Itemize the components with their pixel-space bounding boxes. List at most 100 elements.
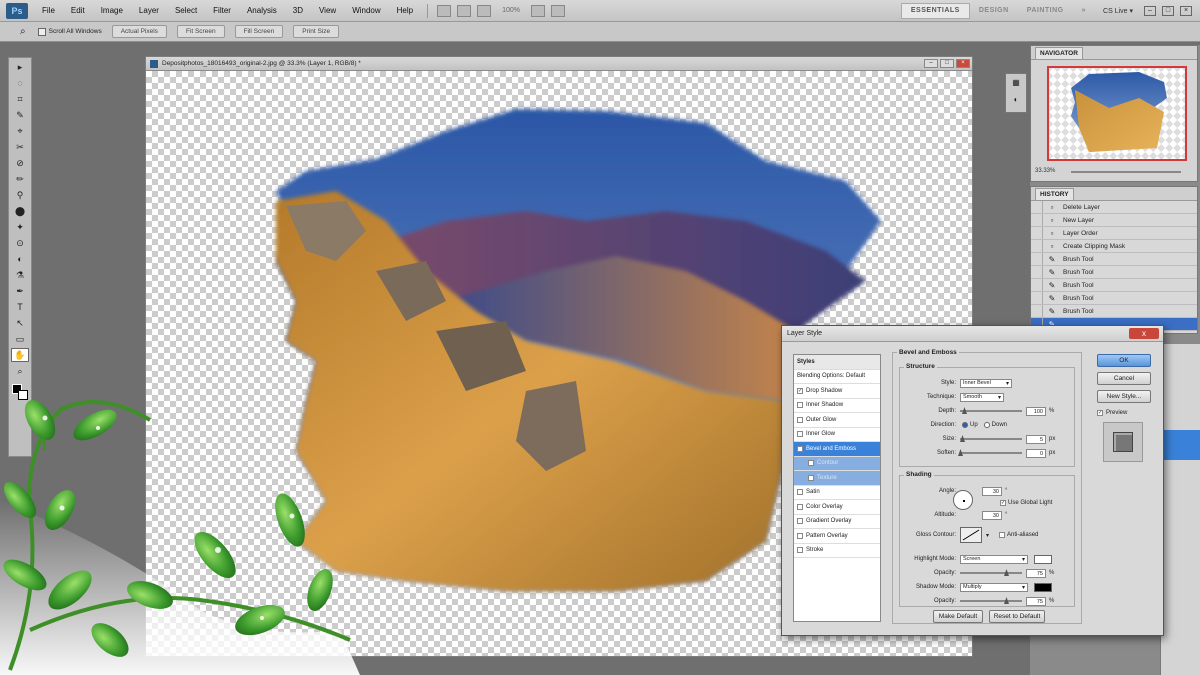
- history-item[interactable]: ✎ Brush Tool: [1031, 266, 1197, 279]
- shadow-opacity-slider[interactable]: [960, 597, 1022, 604]
- doc-minimize-icon[interactable]: –: [924, 59, 938, 68]
- stroke-checkbox[interactable]: [797, 547, 803, 554]
- altitude-input[interactable]: 30: [982, 510, 1002, 520]
- workspace-essentials[interactable]: ESSENTIALS: [900, 2, 970, 19]
- history-item[interactable]: ✎ Brush Tool: [1031, 292, 1197, 305]
- history-brush-tool-icon[interactable]: ⬤: [11, 204, 29, 218]
- zoom-tool-icon[interactable]: ⌕: [20, 26, 26, 37]
- brush-tool-icon[interactable]: ✏: [11, 172, 29, 186]
- fit-screen-button[interactable]: Fit Screen: [176, 25, 225, 38]
- document-tab[interactable]: Depositphotos_18016493_original-2.jpg @ …: [146, 57, 972, 71]
- shadow-mode-select[interactable]: Multiply: [960, 582, 1028, 592]
- menu-select[interactable]: Select: [167, 6, 205, 15]
- navigator-zoom-value[interactable]: 33.33%: [1035, 168, 1055, 174]
- history-item[interactable]: ✎ Brush Tool: [1031, 279, 1197, 292]
- menu-layer[interactable]: Layer: [131, 6, 167, 15]
- workspace-more[interactable]: »: [1073, 3, 1095, 19]
- style-item-color-overlay[interactable]: Color Overlay: [794, 500, 880, 515]
- navigator-tab[interactable]: NAVIGATOR: [1035, 46, 1083, 59]
- highlight-color-swatch[interactable]: [1034, 554, 1052, 564]
- highlight-opacity-slider[interactable]: [960, 569, 1022, 576]
- highlight-opacity-input[interactable]: 75: [1026, 568, 1046, 578]
- size-slider[interactable]: [960, 435, 1022, 442]
- styles-header[interactable]: Styles: [794, 355, 880, 370]
- drop-shadow-checkbox[interactable]: ✓: [797, 387, 803, 394]
- stamp-tool-icon[interactable]: ⚲: [11, 188, 29, 202]
- lasso-tool-icon[interactable]: ⌗: [11, 92, 29, 106]
- gradient-overlay-checkbox[interactable]: [797, 518, 803, 525]
- slice-tool-icon[interactable]: ✂: [11, 140, 29, 154]
- histogram-icon[interactable]: ▦: [1006, 78, 1026, 87]
- style-item-gradient-overlay[interactable]: Gradient Overlay: [794, 515, 880, 529]
- shadow-opacity-input[interactable]: 75: [1026, 596, 1046, 606]
- menu-file[interactable]: File: [34, 6, 63, 15]
- menu-edit[interactable]: Edit: [63, 6, 93, 15]
- new-style-button[interactable]: New Style...: [1097, 390, 1151, 403]
- inner-shadow-checkbox[interactable]: [797, 402, 803, 409]
- history-item[interactable]: ▫ Delete Layer: [1031, 201, 1197, 214]
- style-item-inner-glow[interactable]: Inner Glow: [794, 428, 880, 442]
- texture-checkbox[interactable]: [808, 474, 814, 481]
- style-item-bevel-emboss[interactable]: ✓ Bevel and Emboss: [794, 442, 880, 457]
- type-tool-icon[interactable]: T: [11, 300, 29, 314]
- contour-dropdown-icon[interactable]: ▾: [986, 532, 989, 539]
- highlight-mode-select[interactable]: Screen: [960, 554, 1028, 564]
- pattern-overlay-checkbox[interactable]: [797, 532, 803, 539]
- menu-image[interactable]: Image: [93, 6, 131, 15]
- gradient-tool-icon[interactable]: ⊙: [11, 236, 29, 250]
- menu-view[interactable]: View: [311, 6, 344, 15]
- crop-tool-icon[interactable]: ⌖: [11, 124, 29, 138]
- preview-checkbox[interactable]: ✓: [1097, 410, 1103, 416]
- history-item[interactable]: ▫ Layer Order: [1031, 227, 1197, 240]
- bevel-emboss-checkbox[interactable]: ✓: [797, 445, 803, 452]
- workspace-painting[interactable]: PAINTING: [1018, 3, 1073, 19]
- color-overlay-checkbox[interactable]: [797, 503, 803, 510]
- move-tool-icon[interactable]: ▸: [11, 60, 29, 74]
- blending-options-item[interactable]: Blending Options: Default: [794, 370, 880, 384]
- outer-glow-checkbox[interactable]: [797, 416, 803, 423]
- close-icon[interactable]: ×: [1180, 5, 1192, 16]
- zoom-level[interactable]: 100%: [502, 7, 520, 14]
- reset-default-button[interactable]: Reset to Default: [989, 610, 1045, 623]
- actual-pixels-button[interactable]: Actual Pixels: [111, 25, 167, 38]
- contour-checkbox[interactable]: [808, 460, 814, 467]
- depth-slider[interactable]: [960, 407, 1022, 414]
- fill-screen-button[interactable]: Fill Screen: [234, 25, 284, 38]
- history-item[interactable]: ✎ Brush Tool: [1031, 253, 1197, 266]
- maximize-icon[interactable]: □: [1162, 5, 1174, 16]
- arrange-docs-icon[interactable]: [477, 4, 492, 17]
- size-input[interactable]: 5: [1026, 434, 1046, 444]
- ok-button[interactable]: OK: [1097, 354, 1151, 367]
- menu-3d[interactable]: 3D: [285, 6, 311, 15]
- shadow-color-swatch[interactable]: [1034, 582, 1052, 592]
- style-item-outer-glow[interactable]: Outer Glow: [794, 413, 880, 428]
- shape-tool-icon[interactable]: ▭: [11, 332, 29, 346]
- soften-input[interactable]: 0: [1026, 448, 1046, 458]
- info-icon[interactable]: ◐: [1006, 95, 1026, 104]
- technique-select[interactable]: Smooth: [960, 392, 1004, 402]
- workspace-design[interactable]: DESIGN: [970, 3, 1018, 19]
- satin-checkbox[interactable]: [797, 489, 803, 496]
- minimize-icon[interactable]: –: [1144, 5, 1156, 16]
- selected-layer-row[interactable]: [1161, 430, 1200, 460]
- depth-input[interactable]: 100: [1026, 406, 1046, 416]
- bridge-icon[interactable]: [437, 4, 452, 17]
- direction-up-radio[interactable]: [962, 422, 968, 428]
- gloss-contour-picker[interactable]: [960, 527, 982, 543]
- menu-analysis[interactable]: Analysis: [239, 6, 285, 15]
- doc-close-icon[interactable]: ×: [956, 59, 970, 68]
- style-select[interactable]: Inner Bevel: [960, 378, 1012, 388]
- doc-maximize-icon[interactable]: □: [940, 59, 954, 68]
- cs-live-button[interactable]: CS Live ▾: [1103, 7, 1133, 15]
- anti-aliased-checkbox[interactable]: [999, 532, 1006, 538]
- soften-slider[interactable]: [958, 449, 1022, 456]
- style-item-satin[interactable]: Satin: [794, 486, 880, 500]
- path-select-tool-icon[interactable]: ↖: [11, 316, 29, 330]
- navigator-thumbnail[interactable]: [1047, 66, 1187, 161]
- menu-window[interactable]: Window: [344, 6, 388, 15]
- style-item-stroke[interactable]: Stroke: [794, 544, 880, 558]
- style-item-texture[interactable]: Texture: [794, 471, 880, 486]
- menu-help[interactable]: Help: [389, 6, 421, 15]
- zoom-tool-icon[interactable]: ⌕: [11, 364, 29, 378]
- style-item-contour[interactable]: Contour: [794, 456, 880, 471]
